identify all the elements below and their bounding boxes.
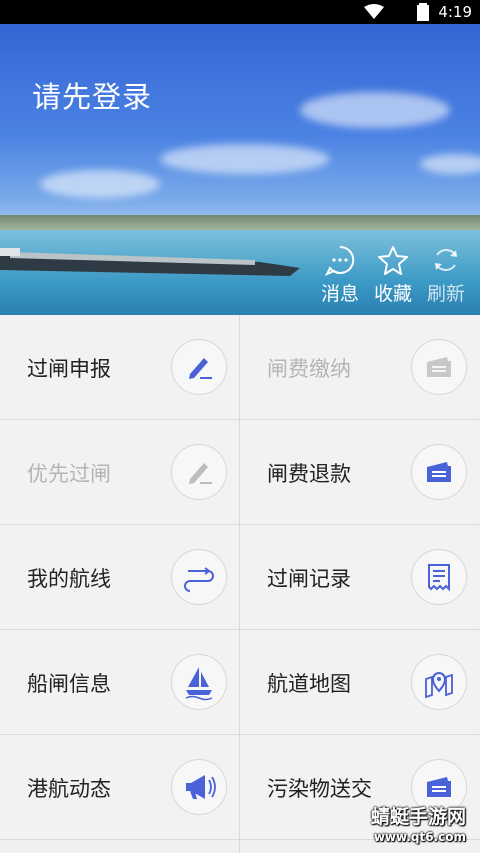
star-icon [378,246,408,275]
menu-lock-passage-declaration[interactable]: 过闸申报 [0,315,239,419]
shoreline [0,215,480,231]
menu-label: 港航动态 [27,777,111,801]
menu-port-news[interactable]: 港航动态 [0,735,239,839]
login-prompt[interactable]: 请先登录 [32,74,152,116]
menu-label: 闸费缴纳 [267,357,351,381]
menu-label: 航道地图 [267,672,351,696]
menu-label: 船闸信息 [27,672,111,696]
status-time: 4:19 [438,3,472,21]
status-icons [362,3,410,21]
cloud [420,154,480,174]
ticket-icon [411,444,467,500]
refresh-icon [435,249,457,271]
menu-label: 污染物送交 [267,777,372,801]
wifi-icon [364,4,384,19]
header-banner: 请先登录 消息 收藏 刷新 [0,24,480,315]
cloud [300,92,450,128]
menu-passage-records[interactable]: 过闸记录 [240,525,479,629]
watermark: 蜻蜓手游网 www.qt6.com [371,807,466,847]
menu-my-routes[interactable]: 我的航线 [0,525,239,629]
favorite-button[interactable]: 收藏 [368,244,418,306]
route-icon [171,549,227,605]
menu-lock-fee-refund[interactable]: 闸费退款 [240,420,479,524]
pen-icon [171,444,227,500]
menu-grid: 过闸申报 闸费缴纳 优先过闸 闸费退款 我的航线 过闸记录 船闸信息 航道地图 … [0,315,480,853]
barge-image [0,248,300,276]
menu-label: 优先过闸 [27,462,111,486]
menu-waterway-map[interactable]: 航道地图 [240,630,479,734]
message-button[interactable]: 消息 [315,244,365,306]
receipt-icon [411,549,467,605]
sailboat-icon [171,654,227,710]
menu-lock-info[interactable]: 船闸信息 [0,630,239,734]
menu-label: 我的航线 [27,567,111,591]
refresh-label: 刷新 [426,283,465,305]
status-bar: 4:19 [0,0,480,24]
cloud [160,144,330,174]
cloud [40,170,160,198]
ticket-icon [411,339,467,395]
map-pin-icon [411,654,467,710]
menu-label: 闸费退款 [267,462,351,486]
menu-lock-fee-payment[interactable]: 闸费缴纳 [240,315,479,419]
megaphone-icon [171,759,227,815]
message-icon [324,245,355,276]
refresh-button[interactable]: 刷新 [421,244,471,306]
menu-priority-passage[interactable]: 优先过闸 [0,420,239,524]
menu-label: 过闸申报 [27,357,111,381]
message-label: 消息 [320,283,359,305]
battery-icon [417,3,429,21]
favorite-label: 收藏 [373,283,412,305]
pen-icon [171,339,227,395]
menu-label: 过闸记录 [267,567,351,591]
watermark-url: www.qt6.com [373,830,466,844]
watermark-title: 蜻蜓手游网 [370,806,466,828]
